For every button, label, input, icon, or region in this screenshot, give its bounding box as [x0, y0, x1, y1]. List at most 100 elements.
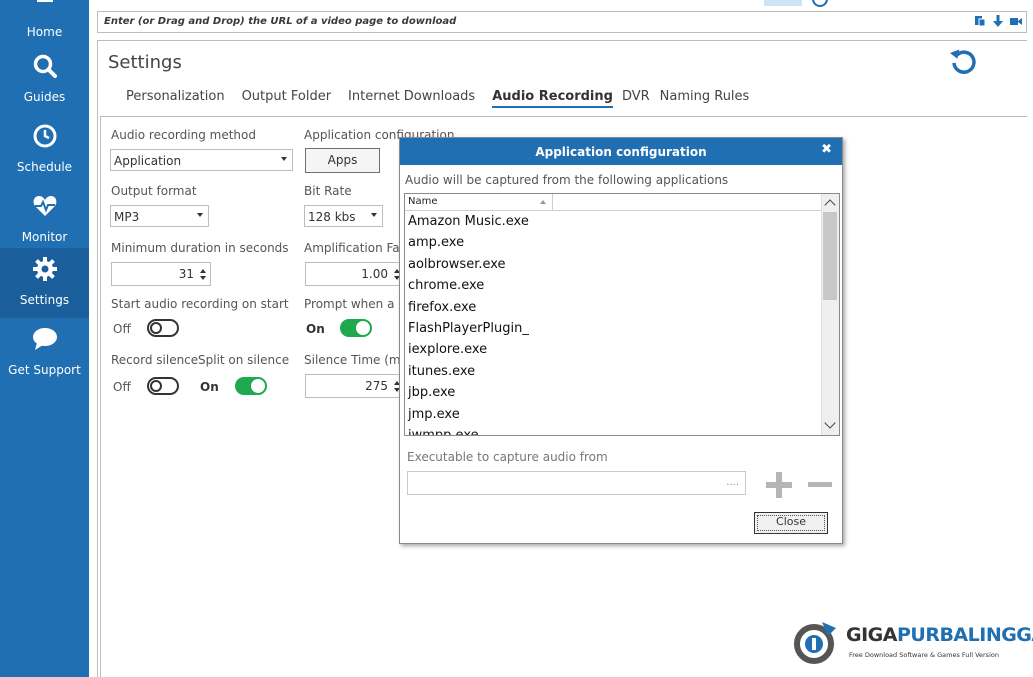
scroll-up-icon[interactable] — [824, 199, 836, 211]
list-item[interactable]: FlashPlayerPlugin_ — [405, 318, 823, 339]
application-rows: Amazon Music.exe amp.exe aolbrowser.exe chr… — [405, 211, 823, 435]
sidebar-item-label: Home — [26, 25, 63, 39]
record-silence-toggle[interactable] — [147, 377, 179, 395]
amplification-value: 1.00 — [361, 267, 388, 281]
dialog-description: Audio will be captured from the followin… — [405, 173, 729, 187]
brand-part-1: GIGA — [846, 624, 897, 646]
watermark: GIGAPURBALINGGA Free Download Software &… — [792, 618, 1033, 668]
video-camera-icon[interactable] — [1010, 15, 1022, 27]
prompt-toggle[interactable] — [340, 319, 372, 337]
url-placeholder: Enter (or Drag and Drop) the URL of a vi… — [104, 16, 457, 27]
amplification-stepper[interactable]: 1.00 — [305, 262, 405, 286]
tab-audio-recording[interactable]: Audio Recording — [492, 89, 613, 108]
gear-icon — [33, 257, 57, 281]
list-item[interactable]: iwmpp.exe — [405, 425, 823, 435]
list-item[interactable]: itunes.exe — [405, 361, 823, 382]
dialog-header: Application configuration ✖ — [400, 138, 842, 165]
start-on-start-toggle[interactable] — [147, 319, 179, 337]
list-item[interactable]: iexplore.exe — [405, 339, 823, 360]
sidebar-item-label: Get Support — [8, 363, 81, 377]
close-button[interactable]: Close — [754, 512, 828, 534]
watermark-brand: GIGAPURBALINGGA — [846, 624, 1033, 646]
start-on-start-state: Off — [113, 322, 131, 336]
dialog-title: Application configuration — [535, 145, 707, 159]
split-silence-state: On — [200, 380, 219, 394]
url-input[interactable]: Enter (or Drag and Drop) the URL of a vi… — [97, 11, 1027, 33]
method-value: Application — [114, 154, 182, 168]
watermark-logo-icon — [794, 622, 836, 664]
paste-icon[interactable] — [974, 15, 986, 27]
chevron-down-icon — [281, 157, 287, 161]
chevron-down-icon — [197, 213, 203, 217]
chevron-down-icon — [371, 213, 377, 217]
brand-part-2: PURBALINGGA — [896, 624, 1033, 646]
scroll-down-icon[interactable] — [824, 417, 836, 429]
start-on-start-label: Start audio recording on start — [111, 297, 289, 311]
watermark-tagline: Free Download Software & Games Full Vers… — [849, 651, 999, 659]
tab-output-folder[interactable]: Output Folder — [242, 89, 331, 108]
list-item[interactable]: amp.exe — [405, 232, 823, 253]
reset-icon[interactable] — [948, 47, 978, 77]
min-duration-stepper[interactable]: 31 — [111, 262, 211, 286]
sidebar-item-label: Monitor — [21, 230, 68, 244]
spin-up-icon[interactable] — [200, 269, 206, 273]
application-list[interactable]: Name Amazon Music.exe amp.exe aolbrowser.e… — [404, 193, 840, 436]
list-item[interactable]: jmp.exe — [405, 404, 823, 425]
tab-dvr[interactable]: DVR — [622, 89, 650, 108]
silence-time-label: Silence Time (ms) — [304, 353, 412, 367]
list-item[interactable]: Amazon Music.exe — [405, 211, 823, 232]
method-label: Audio recording method — [111, 128, 256, 142]
toolbar-ring-icon — [812, 0, 828, 7]
list-header: Name — [405, 194, 823, 211]
sidebar-item-settings[interactable]: Settings — [0, 248, 89, 318]
list-item[interactable]: jbp.exe — [405, 382, 823, 403]
list-item[interactable]: firefox.exe — [405, 297, 823, 318]
heart-pulse-icon — [33, 196, 57, 216]
sidebar-item-get-support[interactable]: Get Support — [0, 318, 89, 388]
silence-time-value: 275 — [365, 379, 388, 393]
application-configuration-dialog: Application configuration ✖ Audio will b… — [399, 137, 843, 544]
list-scrollbar[interactable] — [821, 194, 839, 435]
column-header-name[interactable]: Name — [408, 196, 438, 207]
add-icon[interactable] — [766, 472, 792, 498]
bitrate-value: 128 kbs — [308, 210, 356, 224]
sidebar-item-monitor[interactable]: Monitor — [0, 185, 89, 255]
executable-label: Executable to capture audio from — [407, 450, 608, 464]
remove-icon[interactable] — [808, 482, 832, 487]
prompt-label: Prompt when a co — [304, 297, 413, 311]
bitrate-select[interactable]: 128 kbs — [304, 205, 383, 227]
executable-input[interactable]: .... — [407, 471, 746, 495]
spin-down-icon[interactable] — [200, 276, 206, 280]
prompt-state: On — [306, 322, 325, 336]
output-format-select[interactable]: MP3 — [110, 205, 209, 227]
apps-button[interactable]: Apps — [305, 148, 380, 173]
download-arrow-icon[interactable] — [992, 15, 1004, 27]
split-silence-label: Split on silence — [198, 353, 290, 367]
bitrate-label: Bit Rate — [304, 184, 352, 198]
list-item[interactable]: chrome.exe — [405, 275, 823, 296]
sidebar-item-schedule[interactable]: Schedule — [0, 115, 89, 185]
sidebar: Home Guides Schedule Monitor Settings Ge… — [0, 0, 89, 677]
sidebar-item-guides[interactable]: Guides — [0, 45, 89, 115]
clock-icon — [33, 124, 57, 148]
close-icon[interactable]: ✖ — [821, 142, 832, 157]
column-divider[interactable] — [552, 194, 553, 210]
sidebar-item-label: Guides — [23, 90, 66, 104]
scroll-thumb[interactable] — [823, 212, 837, 300]
list-item[interactable]: aolbrowser.exe — [405, 254, 823, 275]
output-format-label: Output format — [111, 184, 197, 198]
method-select[interactable]: Application — [110, 149, 293, 171]
record-silence-label: Record silence — [111, 353, 199, 367]
output-format-value: MP3 — [114, 210, 140, 224]
chat-bubble-icon — [33, 328, 57, 350]
sidebar-item-home[interactable]: Home — [0, 0, 89, 50]
page-title: Settings — [108, 52, 182, 73]
tab-naming-rules[interactable]: Naming Rules — [660, 89, 750, 108]
tab-bar: Personalization Output Folder Internet D… — [126, 89, 766, 108]
silence-time-stepper[interactable]: 275 — [305, 374, 405, 398]
tab-internet-downloads[interactable]: Internet Downloads — [348, 89, 475, 108]
tab-personalization[interactable]: Personalization — [126, 89, 225, 108]
browse-button[interactable]: .... — [726, 477, 739, 488]
record-silence-state: Off — [113, 380, 131, 394]
split-silence-toggle[interactable] — [235, 377, 267, 395]
